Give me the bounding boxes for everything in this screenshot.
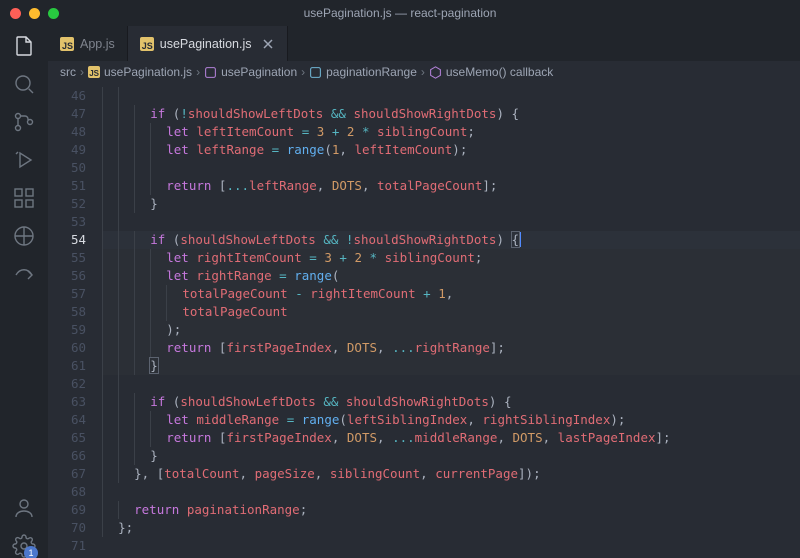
extensions-icon[interactable] — [12, 186, 36, 210]
method-icon — [204, 66, 217, 79]
explorer-icon[interactable] — [12, 34, 36, 58]
activity-bar: 1 — [0, 26, 48, 558]
window-controls — [10, 8, 59, 19]
live-share-icon[interactable] — [12, 262, 36, 286]
code-editor[interactable]: 4647484950515253545556575859606162636465… — [48, 83, 800, 558]
tab-app-js[interactable]: JS App.js — [48, 26, 128, 61]
chevron-right-icon: › — [80, 65, 84, 79]
chevron-right-icon: › — [421, 65, 425, 79]
variable-icon — [309, 66, 322, 79]
tab-label: App.js — [80, 37, 115, 51]
chevron-right-icon: › — [301, 65, 305, 79]
debug-icon[interactable] — [12, 148, 36, 172]
method-icon — [429, 66, 442, 79]
js-file-icon: JS — [88, 66, 100, 78]
breadcrumb-file[interactable]: JS usePagination.js — [88, 65, 192, 79]
breadcrumb-symbol[interactable]: useMemo() callback — [429, 65, 553, 79]
account-icon[interactable] — [12, 496, 36, 520]
chevron-right-icon: › — [196, 65, 200, 79]
js-file-icon: JS — [140, 37, 154, 51]
window-title: usePagination.js — react-pagination — [0, 6, 800, 20]
js-file-icon: JS — [60, 37, 74, 51]
main: 1 JS App.js JS usePagination.js src › JS — [0, 26, 800, 558]
settings-badge: 1 — [24, 546, 38, 558]
breadcrumb-symbol[interactable]: paginationRange — [309, 65, 417, 79]
close-window-button[interactable] — [10, 8, 21, 19]
breadcrumb-symbol[interactable]: usePagination — [204, 65, 297, 79]
maximize-window-button[interactable] — [48, 8, 59, 19]
code-content[interactable]: if (!shouldShowLeftDots && shouldShowRig… — [102, 83, 800, 558]
tab-bar: JS App.js JS usePagination.js — [48, 26, 800, 61]
tab-label: usePagination.js — [160, 37, 252, 51]
line-number-gutter: 4647484950515253545556575859606162636465… — [48, 83, 102, 558]
breadcrumb[interactable]: src › JS usePagination.js › usePaginatio… — [48, 61, 800, 83]
editor-area: JS App.js JS usePagination.js src › JS u… — [48, 26, 800, 558]
remote-icon[interactable] — [12, 224, 36, 248]
settings-gear-icon[interactable]: 1 — [12, 534, 36, 558]
breadcrumb-folder[interactable]: src — [60, 65, 76, 79]
close-tab-icon[interactable] — [261, 37, 275, 51]
titlebar: usePagination.js — react-pagination — [0, 0, 800, 26]
source-control-icon[interactable] — [12, 110, 36, 134]
minimize-window-button[interactable] — [29, 8, 40, 19]
search-icon[interactable] — [12, 72, 36, 96]
tab-usepagination-js[interactable]: JS usePagination.js — [128, 26, 289, 61]
